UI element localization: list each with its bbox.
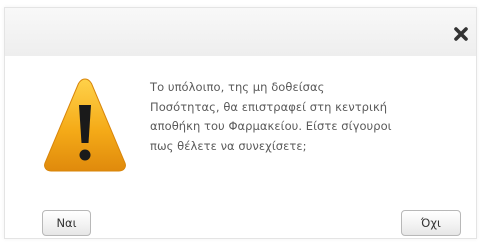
message-line: Το υπόλοιπο, της μη δοθείσας <box>150 80 325 94</box>
message-line: πως θέλετε να συνεχίσετε; <box>150 138 307 153</box>
dialog-titlebar <box>5 8 476 56</box>
message-line: αποθήκη του Φαρμακείου. Είστε σίγουροι <box>150 119 392 134</box>
confirm-dialog: Το υπόλοιπο, της μη δοθείσας Ποσότητας, … <box>4 7 477 239</box>
warning-icon <box>42 75 128 175</box>
yes-button[interactable]: Ναι <box>42 210 91 236</box>
message-line: Ποσότητας, θα επιστραφεί στη κεντρική <box>150 99 388 114</box>
close-icon[interactable] <box>452 25 470 43</box>
no-button[interactable]: Όχι <box>401 210 461 236</box>
dialog-message: Το υπόλοιπο, της μη δοθείσας Ποσότητας, … <box>150 78 470 156</box>
